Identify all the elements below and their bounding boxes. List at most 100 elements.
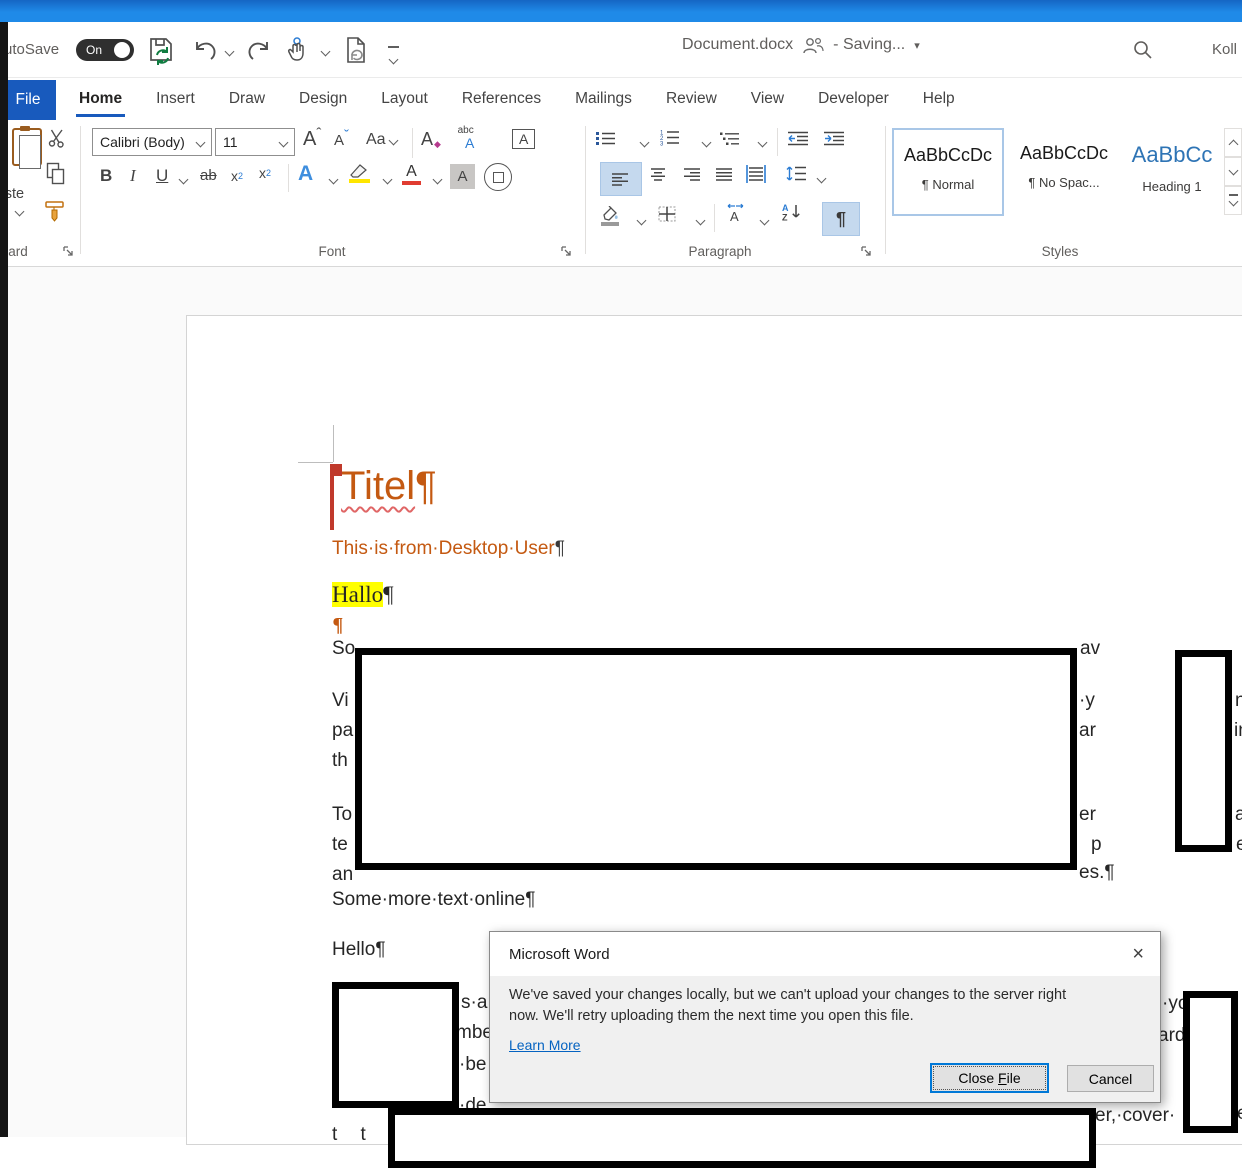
styles-more-button[interactable] bbox=[1224, 186, 1242, 215]
save-icon[interactable] bbox=[146, 35, 176, 65]
tab-design[interactable]: Design bbox=[282, 78, 364, 120]
superscript-button[interactable]: x2 bbox=[259, 165, 271, 181]
search-icon[interactable] bbox=[1133, 40, 1153, 60]
increase-indent-icon[interactable] bbox=[824, 131, 846, 146]
bullets-icon[interactable] bbox=[596, 131, 616, 146]
tab-mailings[interactable]: Mailings bbox=[558, 78, 649, 120]
window-top-bar bbox=[0, 0, 1242, 22]
grow-font-button[interactable]: Aˆ bbox=[303, 125, 321, 151]
shrink-font-button[interactable]: Aˇ bbox=[334, 127, 349, 149]
bold-button[interactable]: B bbox=[100, 166, 112, 186]
phonetic-guide-button[interactable]: abc A bbox=[457, 126, 475, 151]
cut-icon[interactable] bbox=[48, 128, 68, 148]
shading-button[interactable] bbox=[600, 206, 620, 226]
font-name-combo[interactable]: Calibri (Body) bbox=[92, 128, 212, 156]
text-highlight-button[interactable] bbox=[348, 163, 370, 183]
paste-button[interactable] bbox=[12, 126, 42, 169]
copy-icon[interactable] bbox=[46, 162, 66, 186]
touch-mode-dropdown-chevron[interactable] bbox=[320, 46, 331, 57]
close-icon[interactable]: × bbox=[1132, 944, 1144, 964]
style-card-normal[interactable]: AaBbCcDc ¶ Normal bbox=[892, 128, 1004, 216]
underline-dropdown-chevron[interactable] bbox=[178, 174, 189, 185]
tab-developer[interactable]: Developer bbox=[801, 78, 906, 120]
redo-icon[interactable] bbox=[246, 40, 272, 62]
autosave-toggle[interactable]: On bbox=[76, 39, 134, 61]
sort-icon[interactable]: AZ bbox=[782, 203, 804, 221]
multilevel-list-icon[interactable] bbox=[720, 131, 740, 146]
clipboard-dialog-launcher-icon[interactable] bbox=[62, 245, 74, 257]
align-center-icon[interactable] bbox=[650, 168, 668, 181]
doc-subtitle: This·is·from·Desktop·User¶ bbox=[332, 538, 565, 559]
show-hide-pilcrow-button[interactable]: ¶ bbox=[822, 202, 860, 236]
paste-dropdown-chevron[interactable] bbox=[14, 206, 25, 217]
doc-fragment: Vi bbox=[332, 690, 349, 711]
tab-home[interactable]: Home bbox=[62, 78, 139, 120]
distribute-icon[interactable] bbox=[746, 165, 766, 183]
learn-more-link[interactable]: Learn More bbox=[509, 1037, 581, 1053]
redaction-box-large bbox=[355, 648, 1077, 870]
line-spacing-icon[interactable] bbox=[786, 166, 807, 181]
touch-mouse-mode-icon[interactable] bbox=[286, 36, 310, 62]
style-card-heading1[interactable]: AaBbCc Heading 1 bbox=[1122, 128, 1222, 216]
doc-hallo-line: Hallo¶ bbox=[332, 582, 394, 607]
cancel-button[interactable]: Cancel bbox=[1067, 1065, 1154, 1092]
change-case-button[interactable]: Aa bbox=[366, 131, 399, 149]
subscript-button[interactable]: x2 bbox=[231, 168, 243, 184]
styles-scroll-up-button[interactable] bbox=[1224, 128, 1242, 157]
redaction-box-right-upper bbox=[1175, 650, 1232, 852]
undo-dropdown-chevron[interactable] bbox=[224, 46, 235, 57]
tab-layout[interactable]: Layout bbox=[364, 78, 445, 120]
underline-button[interactable]: U bbox=[156, 166, 168, 186]
shading-dropdown-chevron[interactable] bbox=[636, 215, 647, 226]
tab-draw[interactable]: Draw bbox=[212, 78, 282, 120]
doc-lone-pilcrow: ¶ bbox=[333, 614, 343, 636]
borders-icon[interactable] bbox=[658, 206, 677, 222]
tab-view[interactable]: View bbox=[734, 78, 801, 120]
margin-crop-vertical bbox=[333, 425, 334, 462]
style-card-no-spacing[interactable]: AaBbCcDc ¶ No Spac... bbox=[1008, 128, 1120, 216]
chevron-down-icon bbox=[195, 137, 206, 147]
character-border-button[interactable]: A bbox=[512, 129, 536, 149]
title-dropdown-icon[interactable]: ▾ bbox=[914, 39, 920, 52]
enclose-characters-button[interactable] bbox=[484, 163, 512, 191]
font-dialog-launcher-icon[interactable] bbox=[560, 245, 572, 257]
document-sync-icon[interactable] bbox=[344, 36, 368, 64]
format-painter-icon[interactable] bbox=[44, 200, 68, 222]
decrease-indent-icon[interactable] bbox=[788, 131, 810, 146]
tab-references[interactable]: References bbox=[445, 78, 558, 120]
character-shading-button[interactable]: A bbox=[450, 164, 475, 189]
document-title: Document.docx bbox=[682, 36, 794, 53]
qat-customize-icon[interactable] bbox=[388, 46, 399, 68]
styles-scroll-down-button[interactable] bbox=[1224, 157, 1242, 186]
numbering-dropdown-chevron[interactable] bbox=[701, 137, 712, 148]
align-left-icon bbox=[612, 172, 628, 186]
justify-icon[interactable] bbox=[716, 168, 734, 181]
multilevel-dropdown-chevron[interactable] bbox=[757, 137, 768, 148]
close-file-button[interactable]: Close File bbox=[930, 1063, 1049, 1093]
font-color-dropdown-chevron[interactable] bbox=[432, 174, 443, 185]
align-right-icon[interactable] bbox=[684, 168, 702, 181]
font-color-button[interactable]: A bbox=[402, 164, 421, 185]
text-effects-button[interactable]: A bbox=[298, 162, 313, 186]
highlight-dropdown-chevron[interactable] bbox=[382, 174, 393, 185]
line-spacing-dropdown-chevron[interactable] bbox=[816, 173, 827, 184]
numbering-icon[interactable]: 123 bbox=[660, 129, 680, 146]
tab-file[interactable]: File bbox=[0, 80, 56, 120]
doc-fragment: ar bbox=[1079, 720, 1096, 741]
undo-icon[interactable] bbox=[192, 40, 218, 62]
strikethrough-button[interactable]: ab bbox=[200, 167, 217, 184]
align-left-button[interactable] bbox=[600, 162, 642, 196]
asian-layout-icon[interactable]: A bbox=[724, 203, 748, 222]
borders-dropdown-chevron[interactable] bbox=[695, 215, 706, 226]
text-effects-dropdown-chevron[interactable] bbox=[328, 174, 339, 185]
tab-review[interactable]: Review bbox=[649, 78, 734, 120]
asian-layout-dropdown-chevron[interactable] bbox=[759, 215, 770, 226]
tab-help[interactable]: Help bbox=[906, 78, 972, 120]
clear-formatting-button[interactable]: A ◆ bbox=[421, 129, 441, 150]
font-size-combo[interactable]: 11 bbox=[215, 128, 295, 156]
bullets-dropdown-chevron[interactable] bbox=[639, 137, 650, 148]
account-name[interactable]: Koll bbox=[1212, 41, 1237, 58]
italic-button[interactable]: I bbox=[130, 166, 136, 186]
paragraph-dialog-launcher-icon[interactable] bbox=[860, 245, 872, 257]
tab-insert[interactable]: Insert bbox=[139, 78, 212, 120]
